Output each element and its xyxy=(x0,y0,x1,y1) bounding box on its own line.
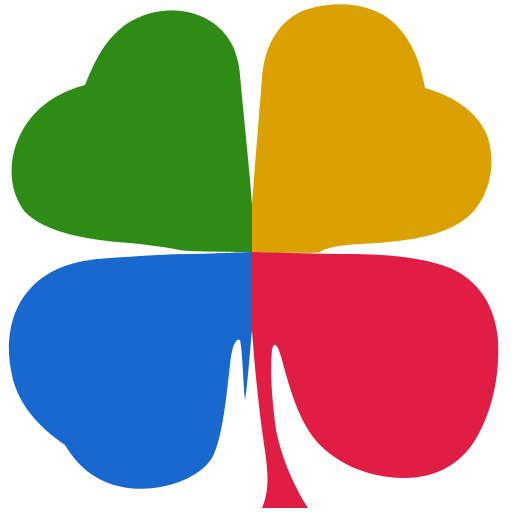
bottom-right-leaf xyxy=(252,252,499,508)
bottom-left-leaf xyxy=(8,252,253,489)
top-left-leaf xyxy=(11,10,252,253)
logo-canvas xyxy=(0,0,512,512)
top-right-leaf xyxy=(252,4,492,253)
four-leaf-clover-icon xyxy=(8,4,499,508)
